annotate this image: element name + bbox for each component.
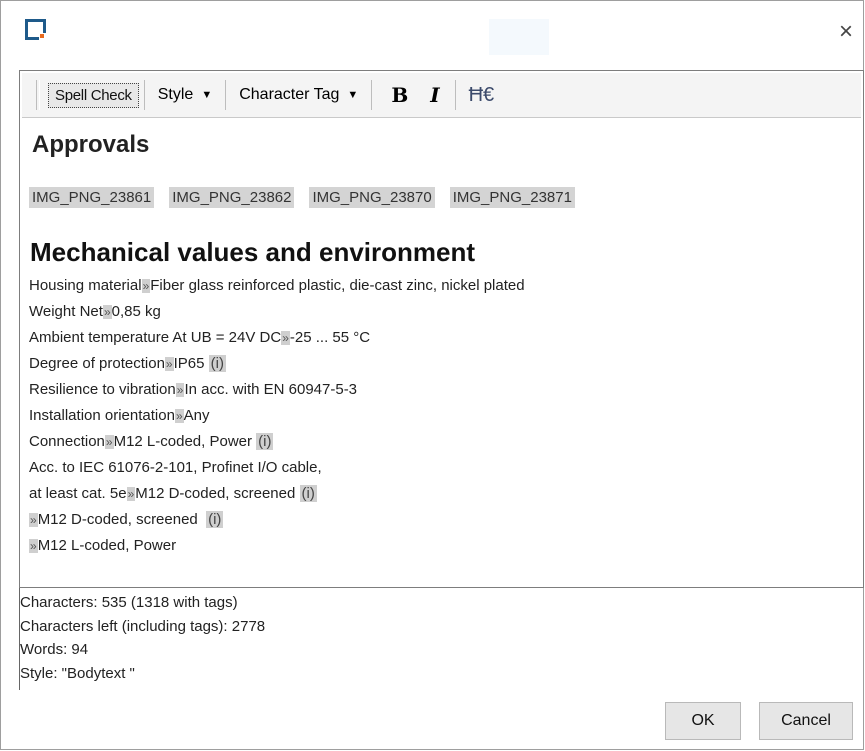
spec-lines: Housing material»Fiber glass reinforced … <box>29 273 525 559</box>
spec-label: at least cat. 5e <box>29 485 127 502</box>
editor-dialog: × Spell Check Style ▼ Character Tag ▼ B … <box>0 0 864 750</box>
image-tag[interactable]: IMG_PNG_23862 <box>169 187 295 208</box>
cancel-button[interactable]: Cancel <box>759 702 853 740</box>
spec-line: Acc. to IEC 61076-2-101, Profinet I/O ca… <box>29 455 525 481</box>
close-button[interactable]: × <box>833 17 859 47</box>
spec-line: Ambient temperature At UB = 24V DC»-25 .… <box>29 325 525 351</box>
info-icon[interactable]: (i) <box>208 355 226 372</box>
style-dropdown[interactable]: Style ▼ <box>150 82 220 108</box>
tab-marker: » <box>126 487 136 501</box>
image-tag[interactable]: IMG_PNG_23871 <box>449 187 575 208</box>
tab-marker: » <box>29 513 38 527</box>
toolbar-grip[interactable] <box>36 80 40 110</box>
spec-label: Ambient temperature At UB = 24V DC <box>29 329 282 346</box>
spec-value: In acc. with EN 60947-5-3 <box>184 381 358 398</box>
info-icon[interactable]: (i) <box>206 511 224 528</box>
ok-button[interactable]: OK <box>665 702 741 740</box>
toolbar-separator <box>143 80 145 110</box>
spec-line: Housing material»Fiber glass reinforced … <box>29 273 525 299</box>
special-characters-icon[interactable]: Ħ€ <box>461 84 503 107</box>
spec-label: Resilience to vibration <box>29 381 176 398</box>
spec-line: »M12 L-coded, Power <box>29 533 525 559</box>
spec-label: Installation orientation <box>29 407 175 424</box>
bold-button[interactable]: B <box>377 83 420 107</box>
spec-value: M12 D-coded, screened <box>135 485 300 502</box>
spec-value: M12 L-coded, Power <box>113 433 257 450</box>
editor-toolbar: Spell Check Style ▼ Character Tag ▼ B I … <box>22 73 861 118</box>
spec-value: Fiber glass reinforced plastic, die-cast… <box>150 277 525 294</box>
tab-marker: » <box>174 409 184 423</box>
editor-stats: Characters: 535 (1318 with tags) Charact… <box>20 591 265 685</box>
spec-value: M12 D-coded, screened <box>37 511 207 528</box>
spec-label: Housing material <box>29 277 142 294</box>
heading-approvals: Approvals <box>32 131 150 158</box>
spec-label: Acc. to IEC 61076-2-101, Profinet I/O ca… <box>29 459 322 476</box>
text-editor-frame: Spell Check Style ▼ Character Tag ▼ B I … <box>19 70 864 588</box>
character-tag-dropdown[interactable]: Character Tag ▼ <box>231 82 366 108</box>
toolbar-separator <box>225 80 227 110</box>
heading-mechanical: Mechanical values and environment <box>30 237 476 267</box>
spec-label: Weight Net <box>29 303 103 320</box>
editor-content[interactable]: Approvals IMG_PNG_23861 IMG_PNG_23862 IMG_… <box>24 121 857 583</box>
chevron-down-icon: ▼ <box>201 89 213 101</box>
style-dropdown-label: Style <box>157 86 194 103</box>
spec-value: M12 L-coded, Power <box>37 537 177 554</box>
characters-left: Characters left (including tags): 2778 <box>20 617 266 635</box>
spec-line: Resilience to vibration»In acc. with EN … <box>29 377 525 403</box>
image-tag[interactable]: IMG_PNG_23870 <box>309 187 435 208</box>
spec-value: -25 ... 55 °C <box>289 329 371 346</box>
spec-label: Connection <box>29 433 105 450</box>
spec-label: Degree of protection <box>29 355 165 372</box>
spec-line: Installation orientation»Any <box>29 403 525 429</box>
spec-value: Any <box>183 407 210 424</box>
tab-marker: » <box>281 331 290 345</box>
titlebar-highlight <box>489 19 549 55</box>
toolbar-separator <box>371 80 373 110</box>
tab-marker: » <box>141 279 151 293</box>
spec-line: »M12 D-coded, screened (i) <box>29 507 525 533</box>
spec-line: Weight Net»0,85 kg <box>29 299 525 325</box>
info-icon[interactable]: (i) <box>299 485 317 502</box>
toolbar-separator <box>454 80 456 110</box>
image-tag[interactable]: IMG_PNG_23861 <box>29 187 155 208</box>
characters-count: Characters: 535 (1318 with tags) <box>20 594 238 611</box>
words-count: Words: 94 <box>20 641 89 658</box>
current-style: Style: "Bodytext " <box>20 664 135 682</box>
spell-check-button[interactable]: Spell Check <box>48 82 139 108</box>
app-logo-icon <box>25 19 46 40</box>
chevron-down-icon: ▼ <box>347 89 359 101</box>
tab-marker: » <box>29 539 38 553</box>
spec-value: 0,85 kg <box>111 303 161 320</box>
tab-marker: » <box>104 435 114 449</box>
tab-marker: » <box>102 305 112 319</box>
spec-value: IP65 <box>173 355 209 372</box>
tab-marker: » <box>164 357 174 371</box>
info-icon[interactable]: (i) <box>256 433 274 450</box>
spec-line: Connection»M12 L-coded, Power (i) <box>29 429 525 455</box>
image-tags-row: IMG_PNG_23861 IMG_PNG_23862 IMG_PNG_23870 I… <box>29 187 575 208</box>
spec-line: Degree of protection»IP65 (i) <box>29 351 525 377</box>
spec-line: at least cat. 5e»M12 D-coded, screened (… <box>29 481 525 507</box>
italic-button[interactable]: I <box>420 83 449 107</box>
character-tag-label: Character Tag <box>239 86 340 103</box>
